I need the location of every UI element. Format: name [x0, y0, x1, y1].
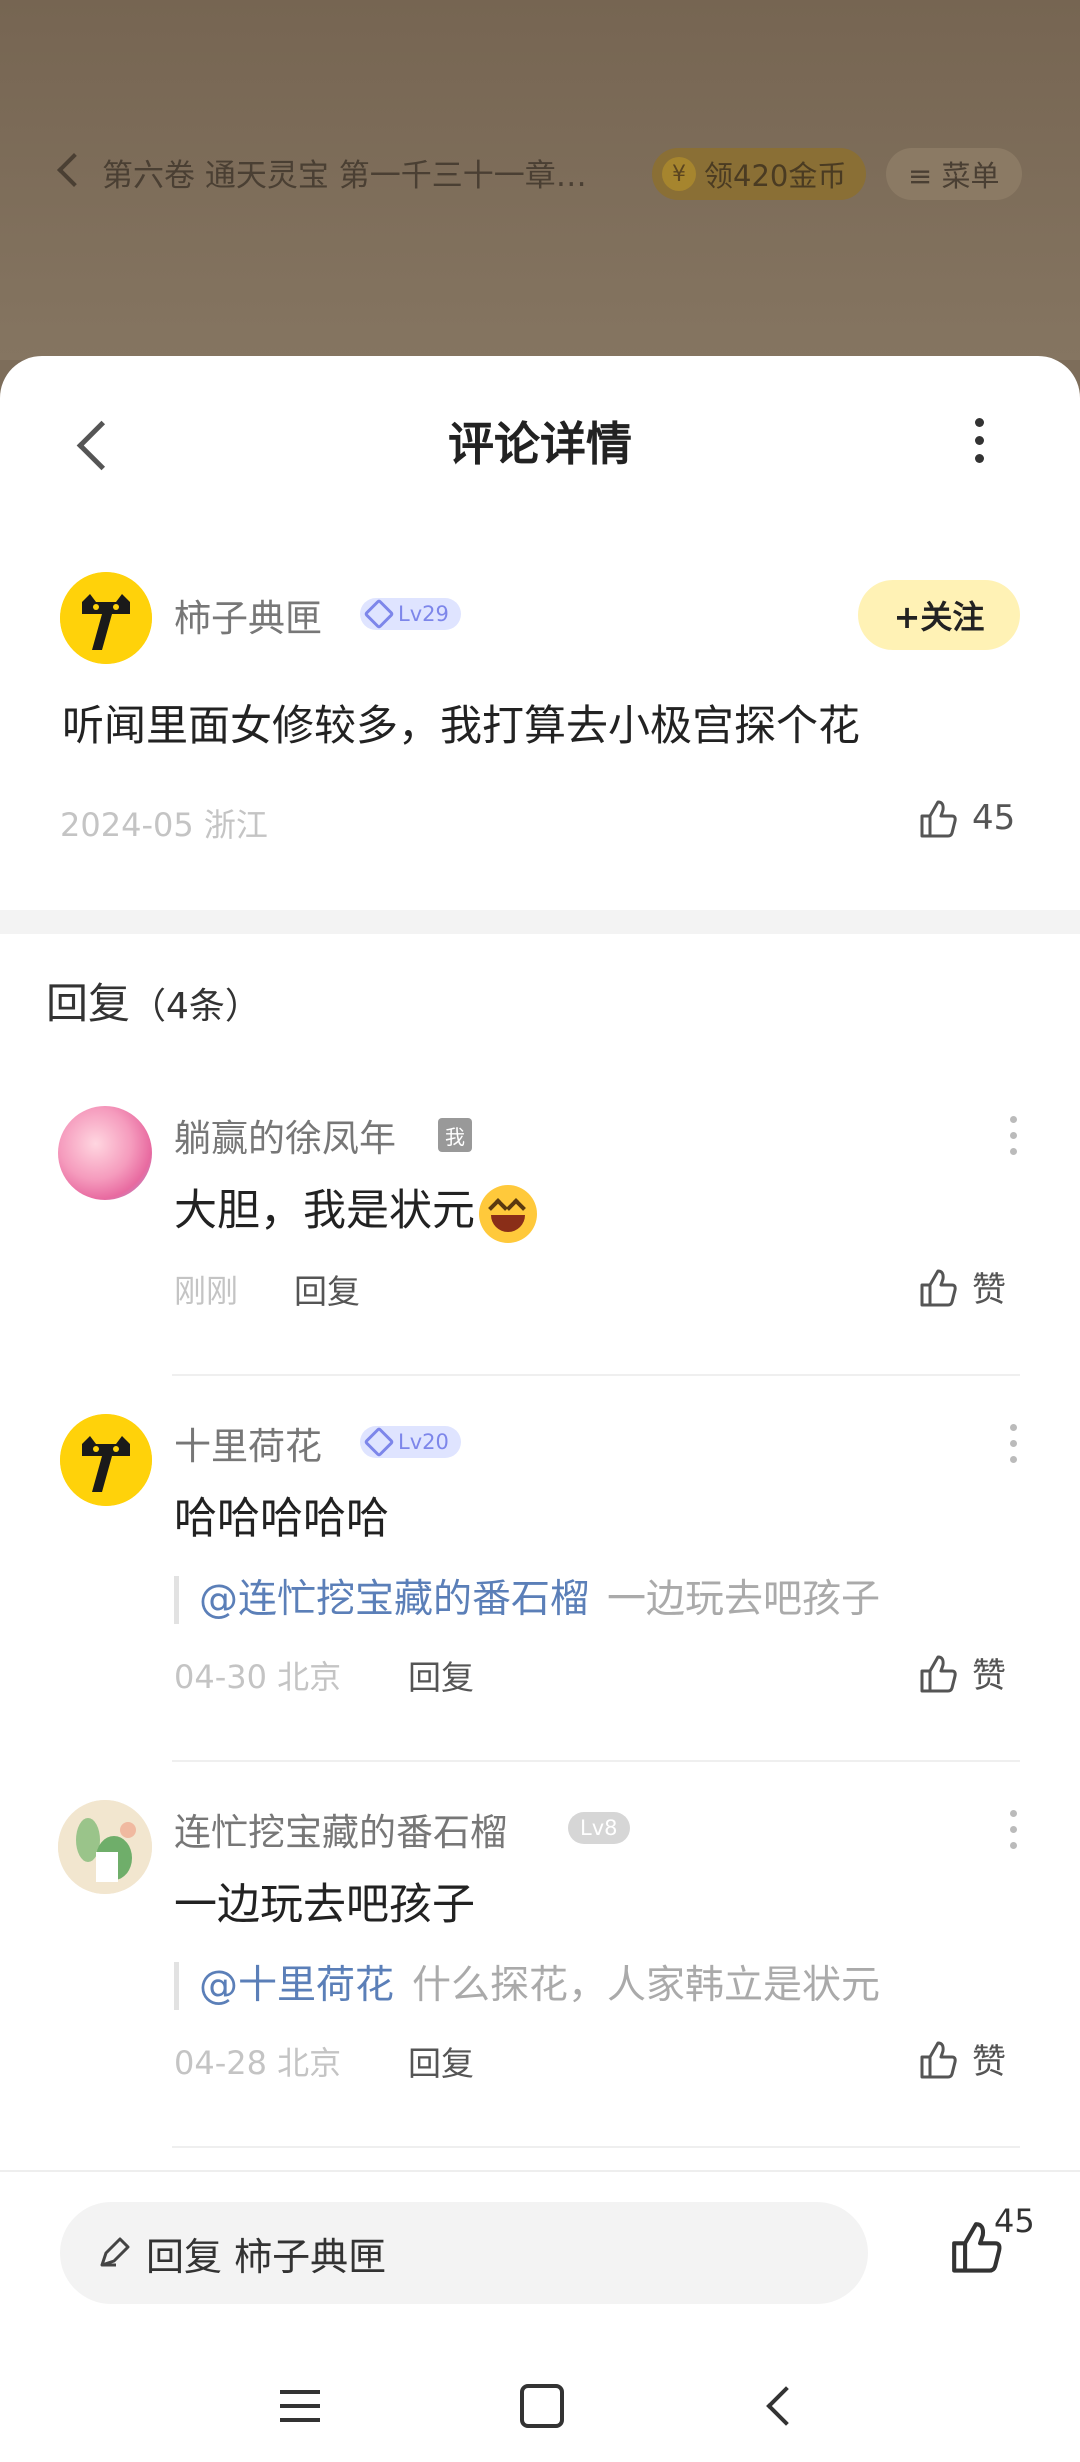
back-icon[interactable] — [766, 2386, 806, 2426]
like-count: 45 — [994, 2202, 1035, 2240]
reader-top-bar: 第六卷 通天灵宝 第一千三十一章… ¥ 领420金币 ≡ 菜单 — [0, 0, 1080, 360]
reply-text: 一边玩去吧孩子 — [174, 1880, 475, 1930]
like-count: 45 — [972, 798, 1016, 838]
quoted-user-link[interactable]: @连忙挖宝藏的番石榴 — [199, 1577, 589, 1622]
reply-author[interactable]: 十里荷花 — [174, 1416, 322, 1470]
reply-button[interactable]: 回复 — [408, 1651, 474, 1699]
quoted-reply[interactable]: @连忙挖宝藏的番石榴 一边玩去吧孩子 — [174, 1576, 880, 1624]
thumbs-up-icon — [920, 800, 957, 838]
divider — [172, 2146, 1020, 2148]
system-nav-bar — [0, 2368, 1080, 2458]
collect-coins-button[interactable]: ¥ 领420金币 — [652, 148, 867, 200]
like-button[interactable]: 赞 — [916, 2034, 1006, 2083]
thumbs-up-icon — [920, 1655, 957, 1692]
laughing-emoji-icon — [479, 1184, 537, 1243]
like-button[interactable]: 45 — [916, 796, 1015, 840]
avatar[interactable] — [60, 1414, 152, 1506]
menu-button[interactable]: ≡ 菜单 — [886, 148, 1022, 200]
thumbs-up-icon — [920, 2041, 957, 2078]
quoted-reply[interactable]: @十里荷花 什么探花，人家韩立是状元 — [174, 1962, 880, 2010]
comment-text: 听闻里面女修较多，我打算去小极宫探个花 — [62, 701, 861, 750]
divider — [172, 1760, 1020, 1762]
replies-section-title: 回复（4条） — [46, 979, 261, 1028]
level-badge: Lv29 — [360, 598, 461, 630]
pencil-icon — [100, 2237, 130, 2267]
more-options-icon[interactable] — [1010, 1810, 1017, 1849]
level-badge: Lv20 — [360, 1426, 461, 1458]
level-badge: Lv8 — [568, 1812, 630, 1844]
like-button[interactable]: 赞 — [916, 1262, 1006, 1311]
collect-coins-label: 领420金币 — [704, 159, 847, 193]
reply-time: 04-28 北京 — [174, 2044, 342, 2082]
thumbs-up-icon — [920, 1269, 957, 1306]
reader-back-icon[interactable] — [57, 153, 91, 187]
divider — [172, 1374, 1020, 1376]
sheet-header: 评论详情 — [0, 356, 1080, 526]
reply-text: 大胆，我是状元 — [174, 1176, 537, 1243]
avatar[interactable] — [58, 1106, 152, 1200]
like-button[interactable]: 赞 — [916, 1648, 1006, 1697]
more-options-icon[interactable] — [1010, 1424, 1017, 1463]
reply-input[interactable]: 回复 柿子典匣 — [60, 2202, 868, 2304]
reply-button[interactable]: 回复 — [294, 1265, 360, 1313]
comment-meta: 2024-05 浙江 — [60, 806, 268, 844]
reply-time: 04-30 北京 — [174, 1658, 342, 1696]
reply-input-placeholder: 回复 柿子典匣 — [146, 2234, 387, 2279]
quoted-text: 什么探花，人家韩立是状元 — [412, 1963, 881, 2008]
comment-detail-sheet: 评论详情 柿子典匣 Lv29 +关注 听闻里面女修较多，我打算去小极宫探个花 2… — [0, 356, 1080, 2460]
avatar[interactable] — [58, 1800, 152, 1894]
section-divider — [0, 910, 1080, 934]
home-icon[interactable] — [520, 2384, 564, 2428]
reply-text: 哈哈哈哈哈 — [174, 1494, 389, 1544]
quoted-text: 一边玩去吧孩子 — [607, 1577, 881, 1622]
reply-button[interactable]: 回复 — [408, 2037, 474, 2085]
bottom-reply-bar: 回复 柿子典匣 45 — [0, 2170, 1080, 2462]
reply-author[interactable]: 躺赢的徐凤年 — [174, 1108, 396, 1162]
replies-count: （4条） — [130, 986, 261, 1027]
avatar[interactable] — [60, 572, 152, 664]
reply-time: 刚刚 — [174, 1272, 239, 1310]
reply-author[interactable]: 连忙挖宝藏的番石榴 — [174, 1802, 507, 1856]
comment-author[interactable]: 柿子典匣 — [174, 588, 322, 642]
me-badge: 我 — [438, 1118, 472, 1152]
chapter-title[interactable]: 第六卷 通天灵宝 第一千三十一章… — [102, 150, 622, 195]
quoted-user-link[interactable]: @十里荷花 — [199, 1963, 394, 2008]
follow-button[interactable]: +关注 — [858, 580, 1020, 650]
recent-apps-icon[interactable] — [280, 2390, 320, 2432]
more-options-icon[interactable] — [975, 418, 984, 463]
more-options-icon[interactable] — [1010, 1116, 1017, 1155]
coin-icon: ¥ — [662, 157, 696, 191]
page-title: 评论详情 — [448, 417, 632, 471]
